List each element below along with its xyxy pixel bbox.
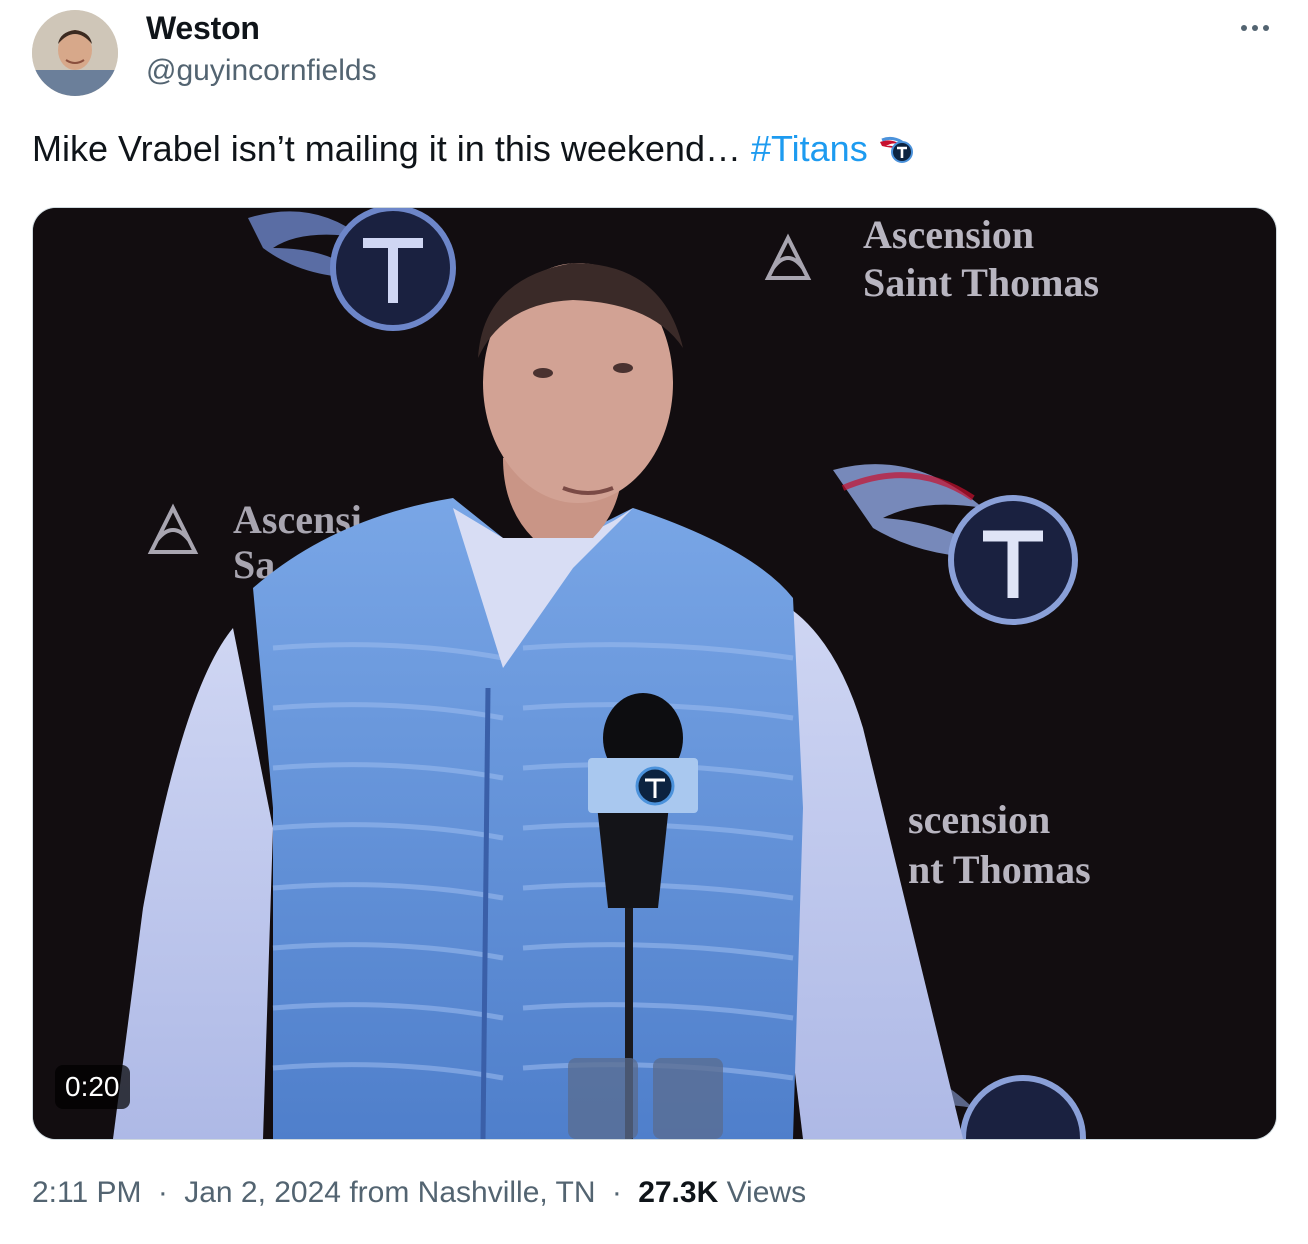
tweet-location: from Nashville, TN — [349, 1176, 596, 1209]
avatar-photo-icon — [32, 10, 118, 96]
tweet-body: Mike Vrabel isn’t mailing it in this wee… — [32, 128, 751, 169]
separator: · — [611, 1176, 622, 1209]
ellipsis-icon — [1241, 25, 1247, 31]
backdrop-sponsor-right-line1: scension — [908, 797, 1050, 842]
video-player[interactable]: Ascension Saint Thomas Ascensi Sa scensi… — [32, 207, 1277, 1140]
tweet-meta: 2:11 PM · Jan 2, 2024 from Nashville, TN… — [32, 1176, 806, 1210]
titans-logo-emoji-icon — [878, 131, 914, 173]
views-count[interactable]: 27.3K — [638, 1176, 718, 1209]
avatar[interactable] — [32, 10, 118, 96]
author-handle[interactable]: @guyincornfields — [146, 54, 377, 88]
more-options-button[interactable] — [1232, 10, 1278, 46]
backdrop-sponsor-top-line1: Ascension — [863, 212, 1034, 257]
video-duration-badge: 0:20 — [55, 1065, 130, 1109]
backdrop-sponsor-top-line2: Saint Thomas — [863, 260, 1099, 305]
tweet-text: Mike Vrabel isn’t mailing it in this wee… — [32, 128, 914, 173]
backdrop-sponsor-right-line2: nt Thomas — [908, 847, 1091, 892]
video-frame: Ascension Saint Thomas Ascensi Sa scensi… — [33, 208, 1276, 1139]
hashtag-link[interactable]: #Titans — [751, 128, 868, 169]
separator: · — [157, 1176, 168, 1209]
tweet: Weston @guyincornfields Mike Vrabel isn’… — [0, 0, 1308, 1244]
author-display-name[interactable]: Weston — [146, 10, 260, 47]
tweet-date[interactable]: Jan 2, 2024 — [184, 1176, 341, 1209]
views-label: Views — [726, 1176, 807, 1209]
tweet-time[interactable]: 2:11 PM — [32, 1176, 142, 1209]
